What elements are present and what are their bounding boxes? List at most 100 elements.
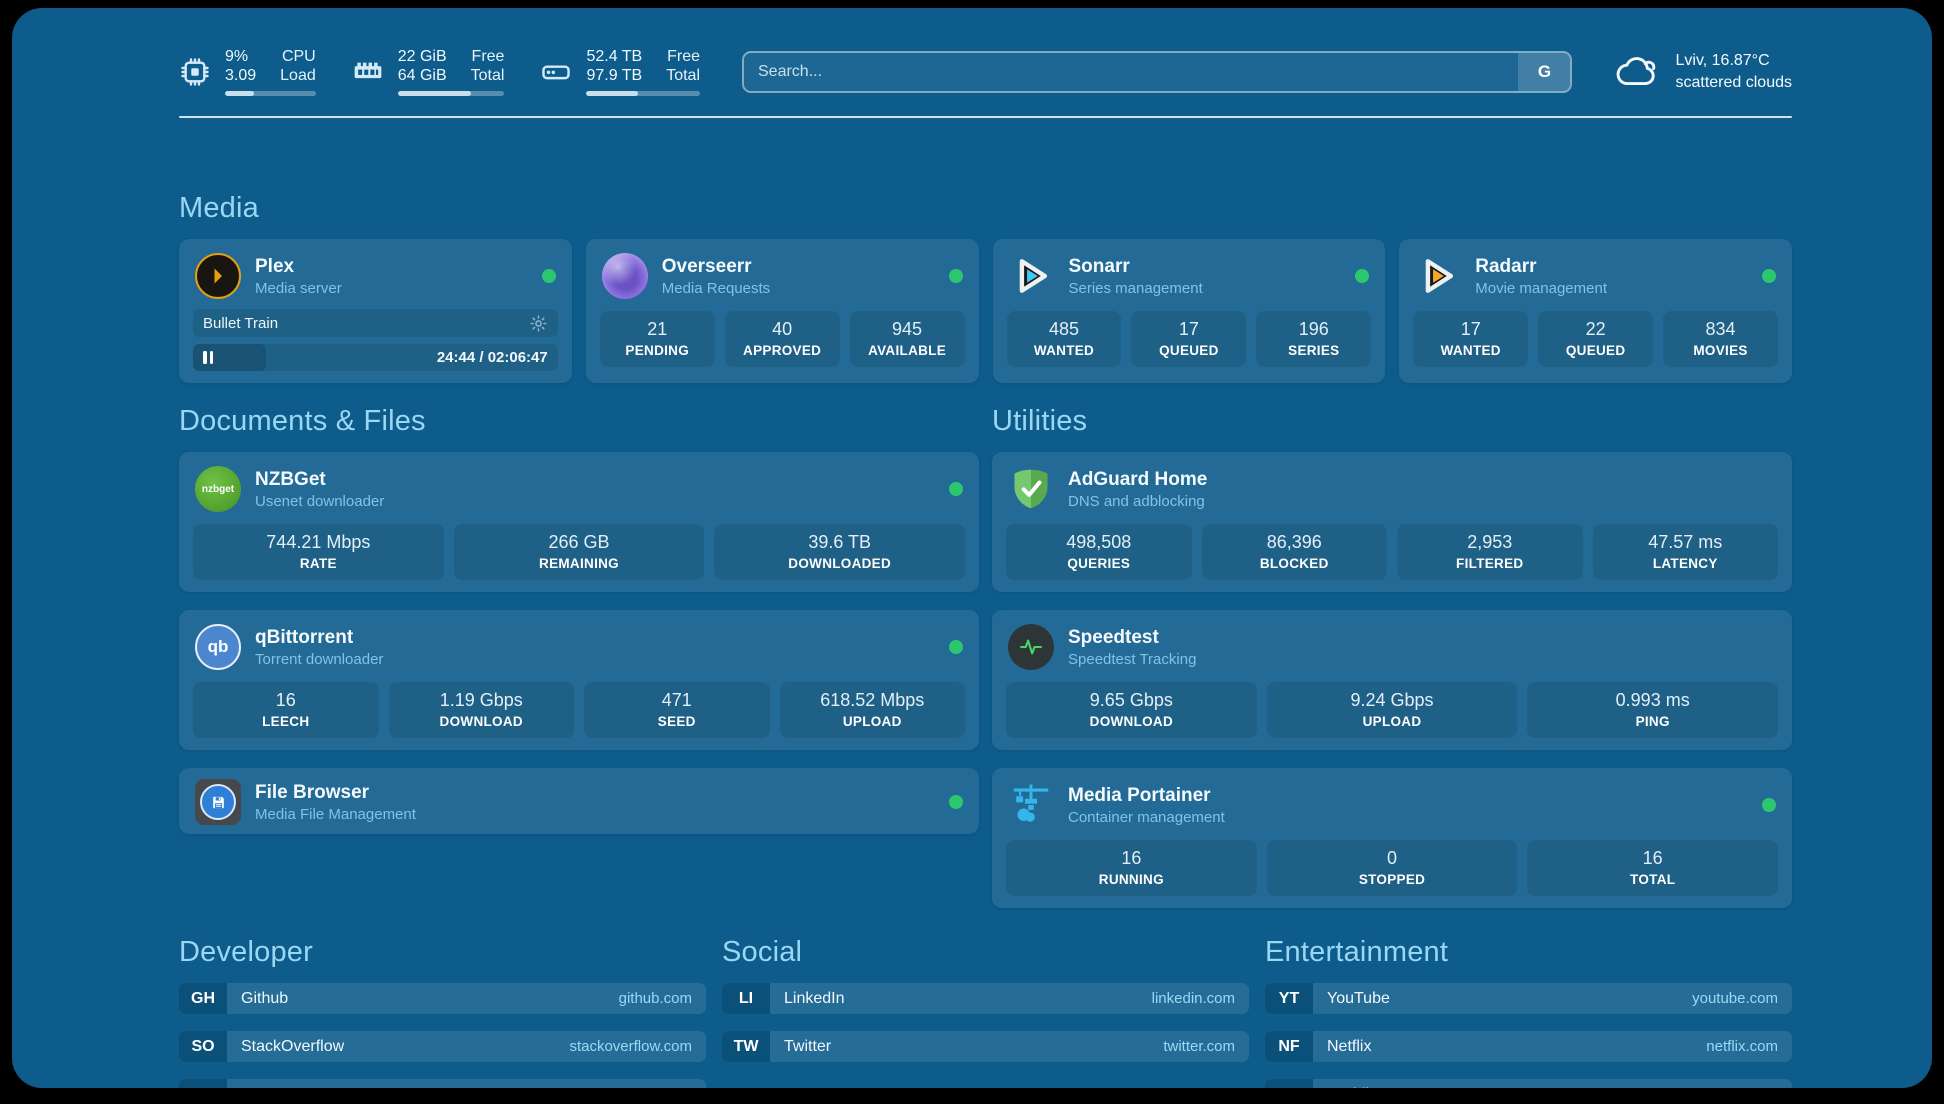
bookmark-url: stackoverflow.com: [569, 1038, 692, 1055]
stat-queued: 22 QUEUED: [1538, 311, 1653, 367]
memory-free-value: 22 GiB: [398, 48, 447, 66]
bookmark-url: netflix.com: [1706, 1038, 1778, 1055]
service-title[interactable]: Overseerr: [662, 256, 770, 278]
stat-latency: 47.57 ms LATENCY: [1593, 524, 1779, 580]
bookmark-stackoverflow[interactable]: SO StackOverflow stackoverflow.com: [179, 1031, 706, 1062]
status-dot: [949, 795, 963, 809]
service-card-portainer[interactable]: Media Portainer Container management 16 …: [992, 768, 1792, 908]
gear-icon[interactable]: [529, 314, 548, 333]
service-title[interactable]: AdGuard Home: [1068, 469, 1207, 491]
service-card-speedtest[interactable]: Speedtest Speedtest Tracking 9.65 Gbps D…: [992, 610, 1792, 750]
stat-label: QUEUED: [1542, 343, 1649, 358]
weather-condition: scattered clouds: [1675, 72, 1792, 94]
pause-icon: [203, 351, 213, 364]
service-title[interactable]: NZBGet: [255, 469, 384, 491]
stat-label: BLOCKED: [1206, 556, 1384, 571]
service-title[interactable]: Radarr: [1475, 256, 1607, 278]
service-title[interactable]: qBittorrent: [255, 627, 383, 649]
service-card-radarr[interactable]: Radarr Movie management 17 WANTED 22 QUE…: [1399, 239, 1792, 383]
bookmark-url: github.com: [619, 990, 692, 1007]
service-card-filebrowser[interactable]: File Browser Media File Management: [179, 768, 979, 834]
memory-stat: 22 GiB Free 64 GiB Total: [352, 48, 505, 96]
service-title[interactable]: Sonarr: [1069, 256, 1203, 278]
portainer-icon: [1008, 782, 1054, 828]
stat-ping: 0.993 ms PING: [1527, 682, 1778, 738]
stat-approved: 40 APPROVED: [725, 311, 840, 367]
cpu-load-label: Load: [280, 67, 316, 85]
disk-total-value: 97.9 TB: [586, 67, 642, 85]
stat-wanted: 17 WANTED: [1413, 311, 1528, 367]
bookmark-twitter[interactable]: TW Twitter twitter.com: [722, 1031, 1249, 1062]
bookmark-url: dev.to: [652, 1086, 692, 1088]
cpu-progress-bar: [225, 91, 316, 96]
service-card-sonarr[interactable]: Sonarr Series management 485 WANTED 17 Q…: [993, 239, 1386, 383]
stat-value: 40: [729, 319, 836, 340]
stat-value: 16: [1010, 848, 1253, 869]
cpu-usage-label: CPU: [280, 48, 316, 66]
service-title[interactable]: Plex: [255, 256, 342, 278]
bookmark-reddit[interactable]: RE Reddit reddit.com: [1265, 1079, 1792, 1088]
disk-free-label: Free: [666, 48, 700, 66]
stat-value: 22: [1542, 319, 1649, 340]
stat-label: MOVIES: [1667, 343, 1774, 358]
service-card-adguard[interactable]: AdGuard Home DNS and adblocking 498,508 …: [992, 452, 1792, 592]
bookmark-netflix[interactable]: NF Netflix netflix.com: [1265, 1031, 1792, 1062]
bookmark-abbr: SO: [179, 1031, 227, 1062]
disk-free-value: 52.4 TB: [586, 48, 642, 66]
bookmark-name: Twitter: [784, 1038, 831, 1056]
service-subtitle: Usenet downloader: [255, 493, 384, 510]
status-dot: [1762, 269, 1776, 283]
stat-label: STOPPED: [1271, 872, 1514, 887]
stat-label: WANTED: [1011, 343, 1118, 358]
stat-value: 0: [1271, 848, 1514, 869]
bookmark-dev[interactable]: DT DEV dev.to: [179, 1079, 706, 1088]
sonarr-icon: [1009, 253, 1055, 299]
bookmark-abbr: NF: [1265, 1031, 1313, 1062]
service-card-nzbget[interactable]: nzbget NZBGet Usenet downloader 744.21 M…: [179, 452, 979, 592]
stat-label: PING: [1531, 714, 1774, 729]
bookmark-name: Netflix: [1327, 1038, 1371, 1056]
stat-label: UPLOAD: [1271, 714, 1514, 729]
service-card-overseerr[interactable]: Overseerr Media Requests 21 PENDING 40 A…: [586, 239, 979, 383]
playback-progress: 24:44 / 02:06:47: [193, 344, 558, 371]
section-title-entertainment: Entertainment: [1265, 936, 1792, 969]
stat-label: TOTAL: [1531, 872, 1774, 887]
search-input[interactable]: [744, 53, 1518, 91]
bookmark-youtube[interactable]: YT YouTube youtube.com: [1265, 983, 1792, 1014]
stat-series: 196 SERIES: [1256, 311, 1371, 367]
service-card-plex[interactable]: Plex Media server Bullet Train 24:44 / 0: [179, 239, 572, 383]
stat-label: APPROVED: [729, 343, 836, 358]
stat-value: 744.21 Mbps: [197, 532, 440, 553]
stat-label: QUEUED: [1135, 343, 1242, 358]
dashboard-panel: 9% CPU 3.09 Load 22 G: [12, 8, 1932, 1088]
search-engine-button[interactable]: G: [1518, 53, 1570, 91]
stat-running: 16 RUNNING: [1006, 840, 1257, 896]
stat-value: 0.993 ms: [1531, 690, 1774, 711]
stat-label: SERIES: [1260, 343, 1367, 358]
stat-label: RATE: [197, 556, 440, 571]
service-card-qbittorrent[interactable]: qb qBittorrent Torrent downloader 16 LEE…: [179, 610, 979, 750]
stat-blocked: 86,396 BLOCKED: [1202, 524, 1388, 580]
bookmark-url: reddit.com: [1708, 1086, 1778, 1088]
stat-downloaded: 39.6 TB DOWNLOADED: [714, 524, 965, 580]
service-title[interactable]: Media Portainer: [1068, 785, 1225, 807]
status-dot: [949, 640, 963, 654]
bookmark-abbr: TW: [722, 1031, 770, 1062]
stat-value: 1.19 Gbps: [393, 690, 571, 711]
bookmark-name: DEV: [241, 1086, 274, 1089]
bookmark-github[interactable]: GH Github github.com: [179, 983, 706, 1014]
section-title-developer: Developer: [179, 936, 706, 969]
memory-free-label: Free: [471, 48, 505, 66]
plex-icon: [195, 253, 241, 299]
stat-stopped: 0 STOPPED: [1267, 840, 1518, 896]
service-title[interactable]: File Browser: [255, 782, 416, 804]
stat-download: 1.19 Gbps DOWNLOAD: [389, 682, 575, 738]
status-dot: [949, 269, 963, 283]
speedtest-icon: [1008, 624, 1054, 670]
service-subtitle: Series management: [1069, 280, 1203, 297]
adguard-icon: [1008, 466, 1054, 512]
weather-widget[interactable]: Lviv, 16.87°C scattered clouds: [1616, 50, 1792, 93]
bookmark-linkedin[interactable]: LI LinkedIn linkedin.com: [722, 983, 1249, 1014]
system-stats: 9% CPU 3.09 Load 22 G: [179, 48, 700, 96]
service-title[interactable]: Speedtest: [1068, 627, 1196, 649]
